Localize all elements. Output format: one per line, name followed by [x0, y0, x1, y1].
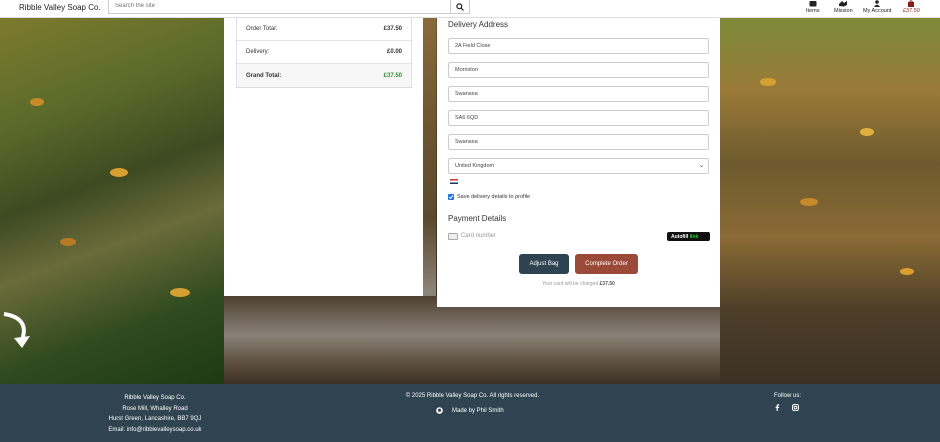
leaf [60, 238, 76, 246]
checkmark-icon [448, 195, 454, 200]
leaf [170, 288, 190, 297]
brand-logo[interactable]: Ribble Valley Soap Co. [19, 3, 101, 12]
order-total-row: Order Total: £37.50 [237, 18, 411, 41]
payment-heading: Payment Details [448, 214, 507, 223]
nav-bag[interactable]: £37.50 [903, 0, 920, 14]
delivery-value: £0.00 [386, 49, 402, 55]
postcode-field[interactable]: SA6 6QD [448, 110, 709, 126]
search-icon [456, 2, 464, 11]
social-links [774, 404, 799, 411]
leaf [860, 128, 874, 136]
charge-amount: £37.50 [599, 281, 615, 287]
delivery-row: Delivery: £0.00 [237, 41, 411, 64]
footer-copyright: © 2025 Ribble Valley Soap Co. All rights… [405, 393, 540, 399]
handshake-icon [839, 1, 848, 7]
order-summary-card: Order Total: £37.50 Delivery: £0.00 Gran… [224, 18, 423, 296]
complete-order-button[interactable]: Complete Order [575, 254, 638, 274]
save-details-checkbox[interactable] [448, 194, 454, 200]
charge-notice: Your card will be charged £37.50 [437, 281, 720, 287]
nav-account-label: My Account [863, 8, 892, 14]
nav-items-label: Items [806, 8, 820, 14]
site-header: Ribble Valley Soap Co. Items Mission My … [0, 0, 940, 18]
footer-address-line2: Hurst Green, Lancashire, BB7 9QJ [108, 416, 202, 422]
street-address1-field[interactable]: 2A Field Close [448, 38, 709, 54]
leaf [800, 198, 818, 206]
search-button[interactable] [451, 0, 470, 14]
leaf [110, 168, 128, 177]
footer-email[interactable]: Email: info@ribblevalleysoap.co.uk [100, 425, 210, 436]
search-box [108, 0, 451, 14]
made-by-text: Made by Phil Smith [452, 407, 504, 414]
delivery-heading: Delivery Address [448, 20, 509, 29]
credit-card-icon [448, 233, 458, 240]
grand-total-label: Grand Total: [246, 72, 282, 79]
nav-account[interactable]: My Account [863, 0, 891, 14]
background-stream [720, 18, 940, 384]
instagram-icon[interactable] [792, 404, 799, 411]
shopping-bag-icon [908, 0, 915, 7]
leaf [760, 78, 776, 86]
checkout-form-card: Delivery Address 2A Field Close Morristo… [437, 18, 720, 307]
autofill-link-button[interactable]: Autofill link [667, 232, 710, 241]
grand-total-value: £37.50 [383, 72, 402, 79]
card-number-input[interactable]: Card number [461, 233, 496, 239]
chevron-down-icon: ⌄ [698, 163, 704, 169]
nav-items[interactable]: Items [806, 0, 819, 14]
delivery-label: Delivery: [246, 49, 270, 55]
autofill-label: Autofill [671, 234, 689, 240]
follow-us-label: Follow us: [773, 393, 801, 399]
nav-mission-label: Mission [834, 8, 853, 14]
user-icon [874, 0, 881, 7]
leaf [900, 268, 914, 275]
order-total-label: Order Total: [246, 26, 278, 32]
town-field[interactable]: Swansea [448, 134, 709, 150]
scroll-arrow-icon [3, 312, 30, 348]
nav-mission[interactable]: Mission [834, 0, 853, 14]
save-details-label[interactable]: Save delivery details to profile [457, 194, 530, 200]
street-address2-field[interactable]: Morriston [448, 62, 709, 78]
country-select[interactable]: United Kingdom ⌄ [448, 158, 709, 174]
grand-total-row: Grand Total: £37.50 [237, 64, 411, 87]
autofill-link-label: link [689, 234, 699, 240]
items-icon [809, 1, 817, 7]
facebook-icon[interactable] [774, 404, 780, 411]
charge-text: Your card will be charged [542, 281, 599, 287]
footer-address-line1: Rose Mill, Whalley Road [122, 405, 188, 412]
bag-total: £37.50 [903, 8, 920, 14]
country-select-value: United Kingdom [455, 163, 495, 169]
county-field[interactable]: Swansea [448, 86, 709, 102]
footer-company: Ribble Valley Soap Co. [124, 395, 186, 401]
footer-made-by[interactable]: Made by Phil Smith [436, 407, 504, 414]
background-water-flow [224, 296, 720, 384]
order-total-value: £37.50 [383, 26, 402, 32]
adjust-bag-button[interactable]: Adjust Bag [519, 254, 569, 274]
site-footer: Ribble Valley Soap Co. Rose Mill, Whalle… [0, 384, 940, 442]
github-icon [436, 407, 443, 414]
uk-flag-icon [450, 179, 458, 184]
footer-address: Ribble Valley Soap Co. Rose Mill, Whalle… [100, 393, 210, 435]
leaf [30, 98, 44, 106]
search-input[interactable] [115, 3, 435, 9]
order-summary: Order Total: £37.50 Delivery: £0.00 Gran… [236, 18, 412, 88]
